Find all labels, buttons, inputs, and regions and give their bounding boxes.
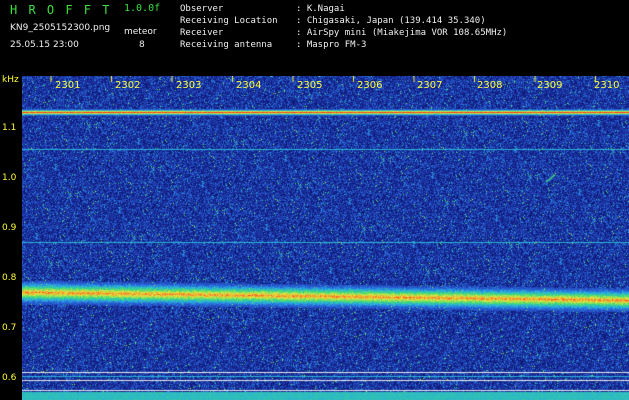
hrofft-window: H R O F F T 1.0.0f KN9_2505152300.png me… xyxy=(0,0,629,400)
x-tick-label: 2307 xyxy=(417,80,443,91)
app-title: H R O F F T xyxy=(10,3,112,17)
y-tick-label: 0.8 xyxy=(2,273,17,283)
info-label-antenna: Receiving antenna xyxy=(180,40,273,50)
x-tick-label: 2301 xyxy=(55,80,81,91)
x-tick-label: 2302 xyxy=(115,80,141,91)
mode-label: meteor xyxy=(124,27,157,37)
x-tick-label: 2305 xyxy=(297,80,323,91)
app-version: 1.0.0f xyxy=(124,3,161,14)
x-tick-label: 2303 xyxy=(176,80,202,91)
y-tick-label: 1.0 xyxy=(2,173,17,183)
info-value-receiver: : AirSpy mini (Miakejima VOR 108.65MHz) xyxy=(296,28,508,38)
y-tick-label: 0.9 xyxy=(2,223,17,233)
x-tick-label: 2306 xyxy=(357,80,383,91)
x-tick-label: 2310 xyxy=(594,80,620,91)
y-tick-label: 1.1 xyxy=(2,123,17,133)
info-label-receiver: Receiver xyxy=(180,28,224,38)
x-tick-label: 2308 xyxy=(477,80,503,91)
info-value-location: : Chigasaki, Japan (139.414 35.340) xyxy=(296,16,486,26)
spectrogram-canvas xyxy=(22,76,629,400)
date-time: 25.05.15 23:00 xyxy=(10,40,79,50)
x-tick-label: 2309 xyxy=(537,80,563,91)
detection-count: 8 xyxy=(139,40,145,50)
x-tick-label: 2304 xyxy=(236,80,262,91)
file-name: KN9_2505152300.png xyxy=(10,23,111,33)
y-tick-label: 0.6 xyxy=(2,373,17,383)
info-value-antenna: : Maspro FM-3 xyxy=(296,40,367,50)
info-label-location: Receiving Location xyxy=(180,16,278,26)
info-value-observer: : K.Nagai xyxy=(296,4,345,14)
frequency-unit-label: kHz xyxy=(2,75,19,85)
info-label-observer: Observer xyxy=(180,4,224,14)
y-tick-label: 0.7 xyxy=(2,323,17,333)
